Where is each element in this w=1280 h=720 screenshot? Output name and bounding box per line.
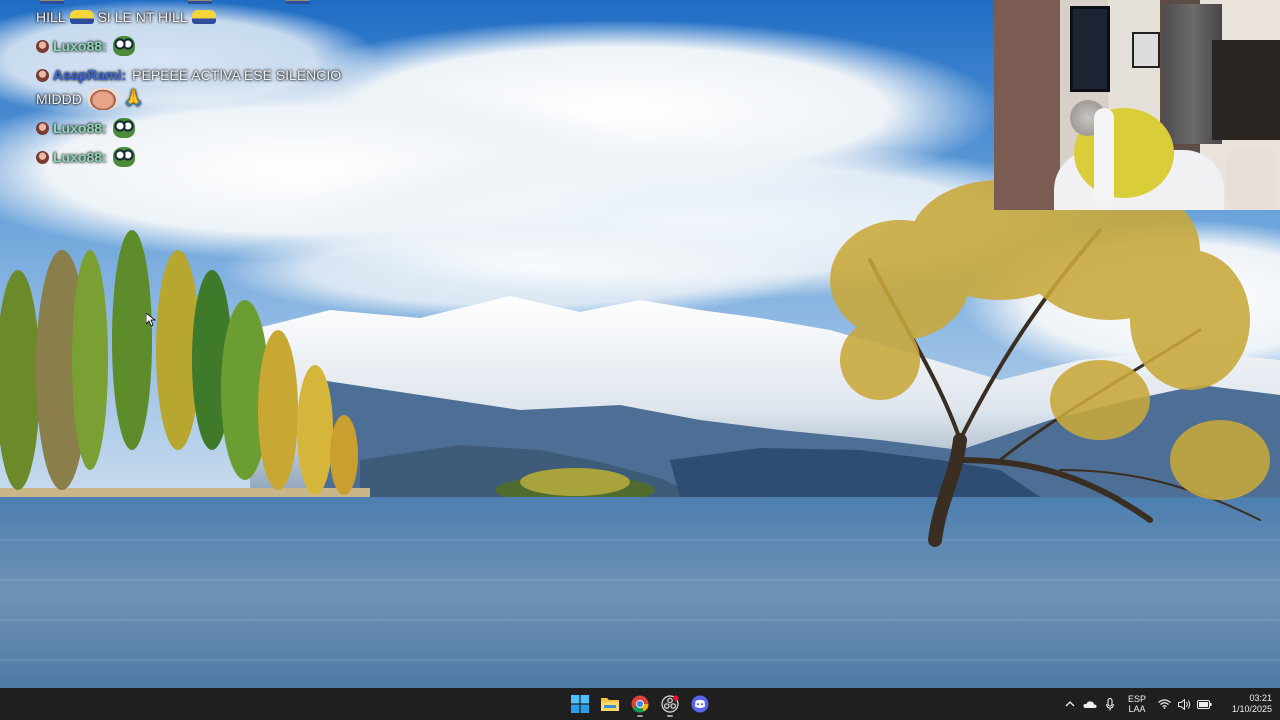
running-indicator: [637, 715, 643, 717]
avatar: [36, 150, 49, 164]
onedrive-button[interactable]: [1080, 688, 1100, 720]
cloud-icon: [1083, 700, 1097, 708]
pepe-emote-icon: [112, 118, 135, 138]
windows-start-icon: [571, 695, 589, 713]
obs-button[interactable]: [658, 690, 682, 718]
car-emote-icon: [286, 0, 310, 4]
chrome-icon: [631, 695, 649, 713]
chat-message-text: HILL: [36, 9, 66, 25]
volume-button[interactable]: [1174, 688, 1194, 720]
chat-message: Luxo88:: [36, 145, 376, 169]
input-language-button[interactable]: ESP LAA: [1120, 694, 1154, 714]
webcam-overlay: [994, 0, 1280, 210]
chat-message-text: MIDDD: [36, 91, 82, 107]
avatar: [36, 39, 49, 53]
battery-charging-icon: [1196, 699, 1212, 709]
discord-icon: [691, 695, 709, 713]
start-button[interactable]: [568, 690, 592, 718]
clock-date: 1/10/2025: [1231, 704, 1272, 714]
car-emote-icon: [40, 0, 64, 4]
webcam-window: [1212, 40, 1280, 140]
chat-message: Luxo88:: [36, 34, 376, 58]
discord-button[interactable]: [688, 690, 712, 718]
car-emote-icon: [188, 0, 212, 4]
system-tray: ESP LAA 03:21 1/10/2025: [1060, 688, 1280, 720]
chat-username[interactable]: Luxo88:: [53, 34, 107, 58]
show-hidden-icons-button[interactable]: [1060, 688, 1080, 720]
car-emote-icon: [191, 10, 216, 24]
chat-message: HILL SI LE NT HILL: [36, 5, 376, 29]
chat-username[interactable]: Luxo88:: [53, 145, 107, 169]
avatar: [36, 121, 49, 135]
clock-time: 03:21: [1249, 693, 1272, 703]
face-emote-icon: [87, 88, 118, 110]
taskbar: ESP LAA 03:21 1/10/2025: [0, 688, 1280, 720]
pepe-emote-icon: [112, 36, 135, 56]
chat-username[interactable]: Luxo88:: [53, 116, 107, 140]
taskbar-pinned-apps: [568, 688, 712, 720]
webcam-person-headset: [1094, 108, 1114, 208]
car-emote-icon: [69, 10, 94, 24]
chat-message-text: SI LE NT HILL: [97, 9, 188, 25]
battery-button[interactable]: [1194, 688, 1214, 720]
keyboard-layout-code: LAA: [1128, 704, 1146, 714]
chevron-up-icon: [1065, 701, 1075, 707]
avatar: [36, 68, 49, 82]
webcam-picture-frame: [1132, 32, 1160, 68]
clock[interactable]: 03:21 1/10/2025: [1214, 693, 1280, 715]
running-indicator: [667, 715, 673, 717]
chat-username[interactable]: AsapRami:: [53, 63, 126, 87]
file-explorer-button[interactable]: [598, 690, 622, 718]
chrome-button[interactable]: [628, 690, 652, 718]
volume-icon: [1177, 698, 1190, 710]
chat-message-text: PEPEEE ACTIVA ESE SILENCIO: [132, 67, 342, 83]
file-explorer-icon: [601, 698, 619, 711]
mouse-cursor-icon: [145, 312, 157, 332]
praying-hands-emote-icon: 🙏: [123, 90, 144, 107]
chat-message-partial: [36, 0, 376, 4]
chat-message: AsapRami: PEPEEE ACTIVA ESE SILENCIO MID…: [36, 63, 376, 111]
chat-message: Luxo88:: [36, 116, 376, 140]
stream-chat-overlay: HILL SI LE NT HILL Luxo88: AsapRami: PEP…: [36, 0, 376, 174]
obs-icon: [661, 695, 679, 713]
microphone-button[interactable]: [1100, 688, 1120, 720]
webcam-tv: [1070, 6, 1110, 92]
webcam-chair: [1226, 150, 1276, 210]
microphone-icon: [1106, 697, 1114, 710]
language-code: ESP: [1127, 694, 1146, 704]
wifi-icon: [1157, 699, 1171, 709]
pepe-emote-icon: [112, 147, 135, 167]
wifi-button[interactable]: [1154, 688, 1174, 720]
